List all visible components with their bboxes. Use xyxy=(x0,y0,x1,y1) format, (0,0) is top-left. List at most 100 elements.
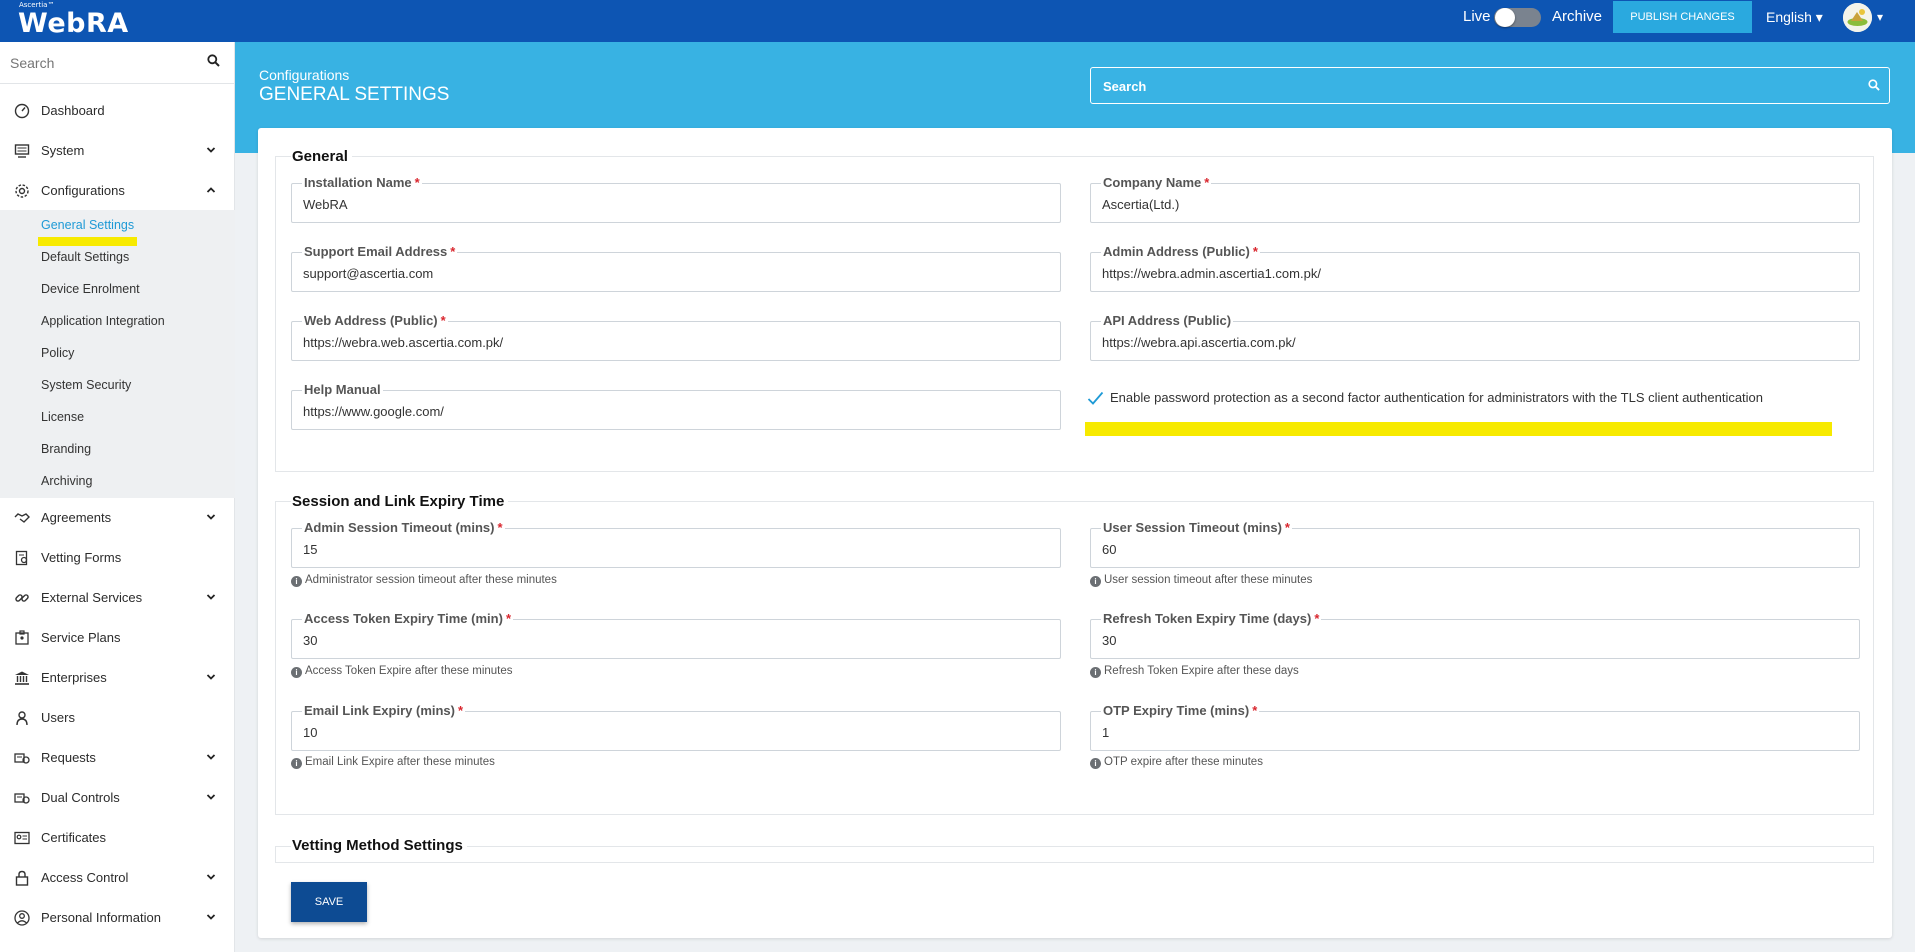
publish-changes-button[interactable]: PUBLISH CHANGES xyxy=(1613,1,1752,33)
sidebar: General Settings Default Settings Device… xyxy=(0,42,235,952)
sidebar-sub-general-settings[interactable]: General Settings xyxy=(41,218,134,232)
settings-card: General Installation Name* Company Name*… xyxy=(258,128,1892,938)
link-icon xyxy=(15,594,29,602)
tls-password-checkbox-label: Enable password protection as a second f… xyxy=(1110,390,1764,405)
sidebar-item-personal-information[interactable]: Personal Information xyxy=(0,898,235,938)
otp-expiry-label: OTP Expiry Time (mins) xyxy=(1103,703,1250,718)
help-text: Refresh Token Expire after these days xyxy=(1104,665,1299,677)
highlight-marker-tls-option xyxy=(1085,422,1832,436)
otp-expiry-input[interactable] xyxy=(1102,723,1842,741)
otp-expiry-field: OTP Expiry Time (mins) * xyxy=(1090,703,1860,751)
admin-address-input[interactable] xyxy=(1102,264,1842,282)
sidebar-item-system[interactable]: System xyxy=(0,131,235,171)
company-name-input[interactable] xyxy=(1102,195,1842,213)
sidebar-sub-default-settings[interactable]: Default Settings xyxy=(41,250,129,264)
avatar[interactable] xyxy=(1843,3,1872,32)
certificate-icon xyxy=(14,831,30,845)
help-manual-field: Help Manual xyxy=(291,382,1061,430)
tls-password-checkbox[interactable]: Enable password protection as a second f… xyxy=(1087,390,1763,406)
live-archive-toggle[interactable] xyxy=(1494,8,1541,27)
sidebar-item-label: Service Plans xyxy=(41,630,121,645)
search-icon[interactable] xyxy=(207,54,220,67)
brand-logo[interactable]: WebRA xyxy=(18,8,129,39)
admin-session-timeout-field: Admin Session Timeout (mins) * xyxy=(291,520,1061,568)
installation-name-input[interactable] xyxy=(303,195,1043,213)
sidebar-item-label: External Services xyxy=(41,590,143,605)
web-address-label: Web Address (Public) xyxy=(304,313,438,328)
configurations-submenu: General Settings Default Settings Device… xyxy=(0,210,235,498)
sidebar-item-dashboard[interactable]: Dashboard xyxy=(0,91,235,131)
help-manual-input[interactable] xyxy=(303,402,1043,420)
sidebar-item-label: Dual Controls xyxy=(41,790,120,805)
help-text: Email Link Expire after these minutes xyxy=(305,756,495,768)
chevron-up-icon xyxy=(206,187,216,193)
api-address-input[interactable] xyxy=(1102,333,1842,351)
support-email-input[interactable] xyxy=(303,264,1043,282)
vetting-section-title[interactable]: Vetting Method Settings xyxy=(291,837,467,854)
info-icon: i xyxy=(1090,576,1101,587)
chevron-down-icon xyxy=(206,794,216,800)
language-selector[interactable]: English ▾ xyxy=(1766,9,1823,26)
person-icon xyxy=(14,910,30,926)
avatar-image-icon xyxy=(1843,3,1872,32)
settings-search-input[interactable] xyxy=(1103,77,1843,95)
sidebar-item-vetting-forms[interactable]: Vetting Forms xyxy=(0,538,235,578)
sidebar-sub-branding[interactable]: Branding xyxy=(41,442,91,456)
web-address-input[interactable] xyxy=(303,333,1043,351)
bank-icon xyxy=(15,671,29,685)
sidebar-item-label: Agreements xyxy=(41,510,112,525)
company-name-field: Company Name * xyxy=(1090,175,1860,223)
chevron-down-icon xyxy=(206,147,216,153)
sidebar-item-external-services[interactable]: External Services xyxy=(0,578,235,618)
general-section-title: General xyxy=(291,148,352,165)
refresh-token-expiry-field: Refresh Token Expiry Time (days) * xyxy=(1090,611,1860,659)
info-icon: i xyxy=(1090,667,1101,678)
help-text: Access Token Expire after these minutes xyxy=(305,665,513,677)
admin-session-timeout-input[interactable] xyxy=(303,540,1043,558)
sidebar-item-label: Certificates xyxy=(41,830,107,845)
sidebar-item-label: Enterprises xyxy=(41,670,107,685)
sidebar-item-certificates[interactable]: Certificates xyxy=(0,818,235,858)
sidebar-sub-device-enrolment[interactable]: Device Enrolment xyxy=(41,282,140,296)
email-link-expiry-input[interactable] xyxy=(303,723,1043,741)
sidebar-search xyxy=(0,42,235,84)
access-token-expiry-input[interactable] xyxy=(303,631,1043,649)
email-link-expiry-field: Email Link Expiry (mins) * xyxy=(291,703,1061,751)
breadcrumb[interactable]: Configurations xyxy=(259,67,349,83)
form-icon xyxy=(15,550,28,566)
sidebar-sub-license[interactable]: License xyxy=(41,410,84,424)
support-email-label: Support Email Address xyxy=(304,244,448,259)
dual-controls-icon xyxy=(14,793,30,804)
sidebar-sub-application-integration[interactable]: Application Integration xyxy=(41,314,165,328)
help-text: OTP expire after these minutes xyxy=(1104,756,1263,768)
company-name-label: Company Name xyxy=(1103,175,1202,190)
sidebar-search-input[interactable] xyxy=(10,51,200,75)
search-icon[interactable] xyxy=(1868,79,1880,91)
live-label: Live xyxy=(1463,8,1491,25)
chevron-down-icon xyxy=(206,594,216,600)
chevron-down-icon xyxy=(206,914,216,920)
user-menu-chevron[interactable]: ▾ xyxy=(1877,10,1883,24)
sidebar-sub-archiving[interactable]: Archiving xyxy=(41,474,92,488)
monitor-icon xyxy=(14,144,30,158)
lock-icon xyxy=(15,870,29,886)
refresh-token-expiry-help: i Refresh Token Expire after these days xyxy=(1090,665,1299,678)
sidebar-item-enterprises[interactable]: Enterprises xyxy=(0,658,235,698)
installation-name-field: Installation Name * xyxy=(291,175,1061,223)
refresh-token-expiry-input[interactable] xyxy=(1102,631,1842,649)
sidebar-item-label: Access Control xyxy=(41,870,129,885)
save-button[interactable]: SAVE xyxy=(291,882,367,922)
sidebar-sub-policy[interactable]: Policy xyxy=(41,346,74,360)
sidebar-item-dual-controls[interactable]: Dual Controls xyxy=(0,778,235,818)
sidebar-item-label: Vetting Forms xyxy=(41,550,122,565)
sidebar-item-requests[interactable]: Requests xyxy=(0,738,235,778)
plans-icon xyxy=(15,630,29,645)
toggle-knob xyxy=(1495,8,1515,27)
user-session-timeout-input[interactable] xyxy=(1102,540,1842,558)
sidebar-item-service-plans[interactable]: Service Plans xyxy=(0,618,235,658)
sidebar-item-configurations[interactable]: Configurations xyxy=(0,171,235,211)
sidebar-item-agreements[interactable]: Agreements xyxy=(0,498,235,538)
sidebar-item-access-control[interactable]: Access Control xyxy=(0,858,235,898)
sidebar-item-users[interactable]: Users xyxy=(0,698,235,738)
sidebar-sub-system-security[interactable]: System Security xyxy=(41,378,131,392)
